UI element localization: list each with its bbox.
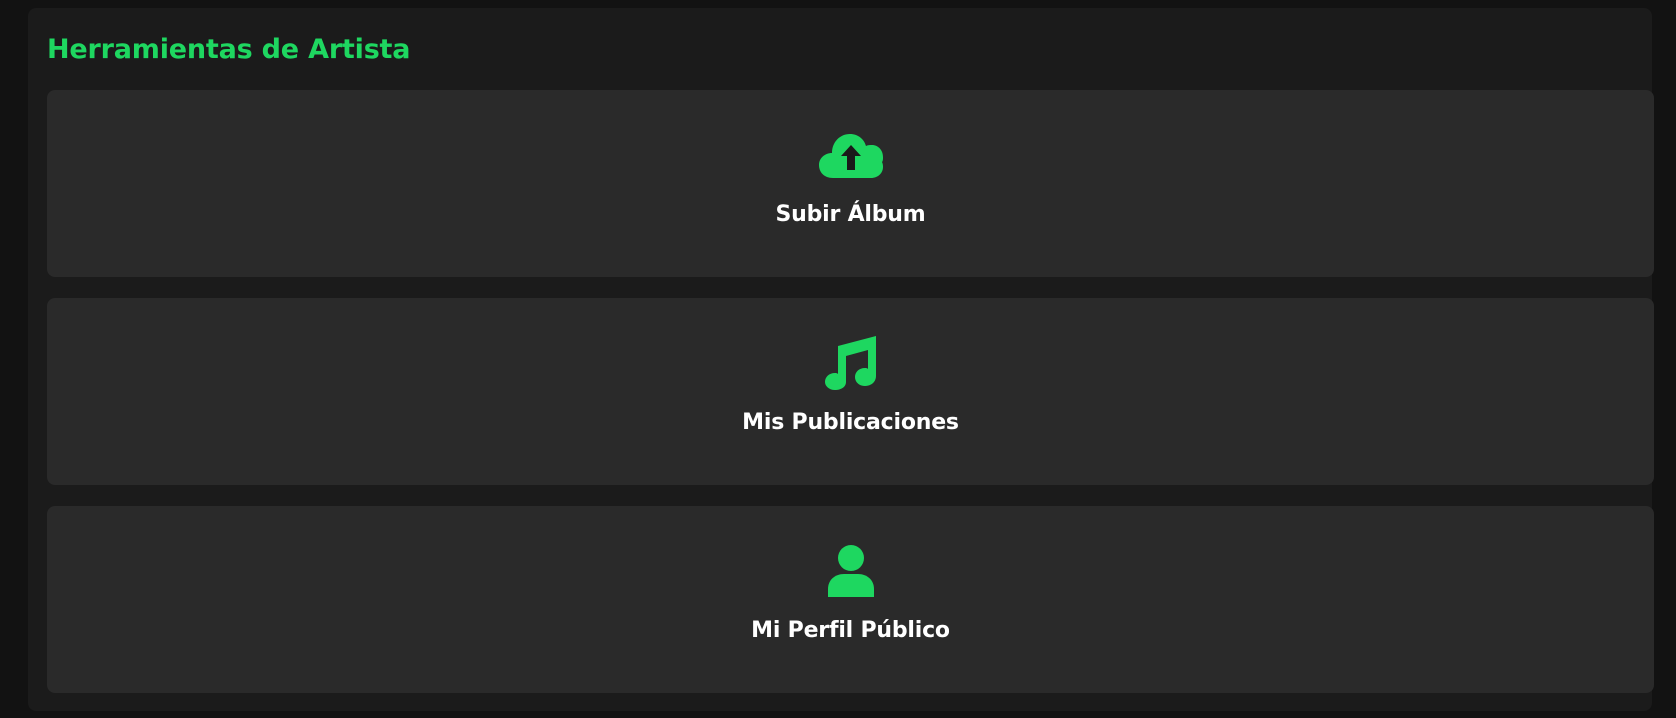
- cloud-upload-icon: [818, 126, 883, 184]
- panel-title: Herramientas de Artista: [47, 34, 411, 65]
- upload-album-card[interactable]: Subir Álbum: [47, 90, 1654, 277]
- my-public-profile-label: Mi Perfil Público: [751, 618, 950, 643]
- my-public-profile-card[interactable]: Mi Perfil Público: [47, 506, 1654, 693]
- user-icon: [819, 542, 883, 600]
- my-publications-label: Mis Publicaciones: [742, 410, 959, 435]
- my-publications-card[interactable]: Mis Publicaciones: [47, 298, 1654, 485]
- music-note-icon: [819, 334, 883, 392]
- artist-tools-panel: Herramientas de Artista Subir Álbum Mis …: [28, 8, 1654, 711]
- upload-album-label: Subir Álbum: [775, 202, 926, 227]
